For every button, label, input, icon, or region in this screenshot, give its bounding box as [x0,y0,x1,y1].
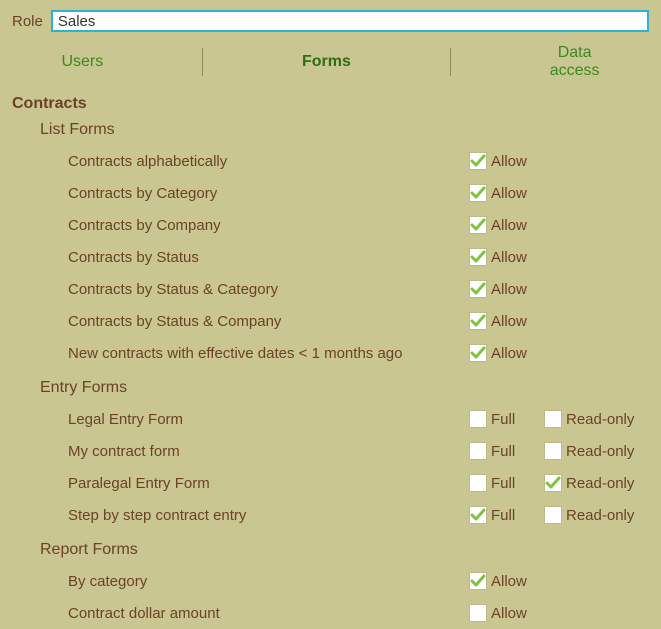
allow-checkbox[interactable] [469,152,487,170]
report-form-row: Contract dollar amount Allow [68,597,649,629]
full-checkbox[interactable] [469,442,487,460]
report-forms-title: Report Forms [40,541,649,559]
role-input[interactable] [51,10,649,32]
allow-label: Allow [491,153,527,170]
list-form-row: New contracts with effective dates < 1 m… [68,337,649,369]
list-form-label: Contracts by Company [68,217,469,234]
allow-checkbox[interactable] [469,572,487,590]
readonly-label: Read-only [566,411,634,428]
allow-checkbox[interactable] [469,312,487,330]
entry-form-row: Legal Entry Form Full Read-only [68,403,649,435]
full-label: Full [491,443,515,460]
full-checkbox[interactable] [469,506,487,524]
list-forms-title: List Forms [40,121,649,139]
full-label: Full [491,507,515,524]
full-label: Full [491,411,515,428]
allow-label: Allow [491,573,527,590]
tabs: Users Forms Data access [12,42,649,81]
role-label: Role [12,13,43,30]
readonly-checkbox[interactable] [544,410,562,428]
tab-users[interactable]: Users [61,51,103,73]
tab-separator [202,48,203,76]
tab-forms[interactable]: Forms [302,51,351,73]
allow-checkbox[interactable] [469,344,487,362]
allow-checkbox[interactable] [469,216,487,234]
allow-checkbox[interactable] [469,248,487,266]
list-form-row: Contracts by Company Allow [68,209,649,241]
list-form-row: Contracts by Status Allow [68,241,649,273]
readonly-checkbox[interactable] [544,474,562,492]
list-form-label: New contracts with effective dates < 1 m… [68,345,469,362]
entry-form-row: Paralegal Entry Form Full Read-only [68,467,649,499]
allow-label: Allow [491,185,527,202]
allow-label: Allow [491,345,527,362]
allow-label: Allow [491,313,527,330]
entry-form-label: Legal Entry Form [68,411,469,428]
readonly-label: Read-only [566,475,634,492]
report-form-row: By category Allow [68,565,649,597]
list-form-row: Contracts by Status & Category Allow [68,273,649,305]
entry-form-label: Paralegal Entry Form [68,475,469,492]
list-form-row: Contracts by Category Allow [68,177,649,209]
tab-separator [450,48,451,76]
allow-label: Allow [491,605,527,622]
full-checkbox[interactable] [469,474,487,492]
allow-checkbox[interactable] [469,184,487,202]
list-form-label: Contracts alphabetically [68,153,469,170]
readonly-label: Read-only [566,443,634,460]
list-form-label: Contracts by Status & Category [68,281,469,298]
tab-data-access[interactable]: Data access [550,42,600,81]
allow-label: Allow [491,217,527,234]
entry-form-label: Step by step contract entry [68,507,469,524]
entry-forms-title: Entry Forms [40,379,649,397]
list-form-label: Contracts by Status [68,249,469,266]
list-form-row: Contracts by Status & Company Allow [68,305,649,337]
readonly-checkbox[interactable] [544,442,562,460]
entry-form-row: Step by step contract entry Full Read-only [68,499,649,531]
list-form-label: Contracts by Status & Company [68,313,469,330]
allow-label: Allow [491,281,527,298]
report-form-label: By category [68,573,469,590]
allow-checkbox[interactable] [469,280,487,298]
section-title: Contracts [12,95,649,113]
readonly-label: Read-only [566,507,634,524]
list-form-row: Contracts alphabetically Allow [68,145,649,177]
report-form-label: Contract dollar amount [68,605,469,622]
readonly-checkbox[interactable] [544,506,562,524]
full-label: Full [491,475,515,492]
allow-checkbox[interactable] [469,604,487,622]
entry-form-label: My contract form [68,443,469,460]
full-checkbox[interactable] [469,410,487,428]
allow-label: Allow [491,249,527,266]
list-form-label: Contracts by Category [68,185,469,202]
entry-form-row: My contract form Full Read-only [68,435,649,467]
